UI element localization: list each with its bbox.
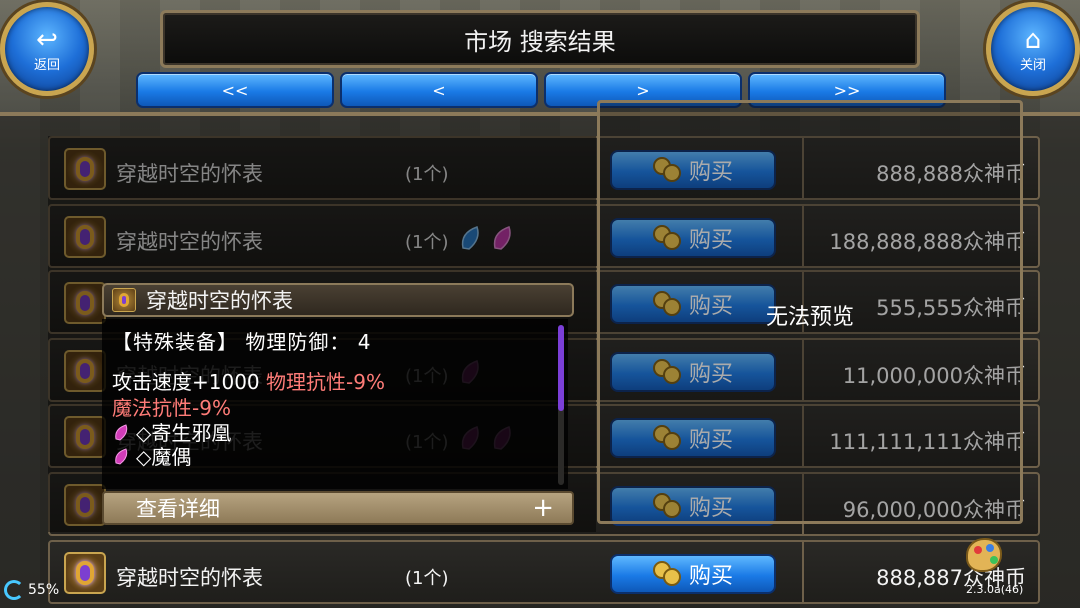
- close-label: 关闭: [1019, 57, 1046, 73]
- attack-speed-stat: 攻击速度+1000: [112, 370, 267, 394]
- equip-stat-line: 【特殊装备】 物理防御： 4: [112, 330, 372, 354]
- back-label: 返回: [33, 57, 60, 73]
- close-button[interactable]: ⌂ 关闭: [986, 2, 1080, 96]
- magic-resist-stat: 魔法抗性-9%: [112, 396, 231, 420]
- view-details-label: 查看详细: [136, 497, 220, 521]
- tooltip-title: 穿越时空的怀表: [146, 289, 293, 313]
- tooltip-body[interactable]: 【特殊装备】 物理防御： 4 攻击速度+1000 物理抗性-9% 魔法抗性-9%…: [102, 319, 568, 489]
- pink-gem-icon: [115, 448, 128, 465]
- physical-resist-stat: 物理抗性-9%: [266, 370, 385, 394]
- buy-button[interactable]: 购买: [610, 554, 776, 594]
- item-count: (1个): [405, 568, 449, 589]
- preview-message: 无法预览: [765, 305, 854, 330]
- pink-gem-icon: [115, 424, 128, 441]
- socket-name: ◇寄生邪凰: [136, 421, 232, 445]
- view-details-button[interactable]: 查看详细 +: [102, 491, 574, 525]
- tooltip-header: 穿越时空的怀表: [102, 283, 574, 317]
- preview-panel: 无法预览: [597, 100, 1023, 524]
- table-row[interactable]: 穿越时空的怀表 (1个) 购买 888,887众神币: [48, 540, 1040, 604]
- battery-icon: [4, 580, 24, 600]
- plus-icon: +: [532, 493, 554, 523]
- coins-icon: [652, 561, 683, 587]
- battery-percent: 55%: [28, 582, 60, 598]
- first-page-button[interactable]: <<: [136, 72, 334, 108]
- version-label: 2.3.0a(46): [966, 583, 1024, 596]
- tooltip-scrollbar-thumb[interactable]: [558, 325, 564, 411]
- stat-line: 攻击速度+1000 物理抗性-9%: [112, 369, 558, 395]
- column-divider: [802, 542, 804, 602]
- prev-page-button[interactable]: <: [340, 72, 538, 108]
- pocket-watch-icon: [64, 552, 106, 594]
- battery-indicator: 55%: [4, 580, 59, 600]
- socket-name: ◇魔偶: [136, 445, 192, 469]
- home-icon: ⌂: [1024, 24, 1042, 55]
- pocket-watch-icon: [112, 288, 136, 312]
- palette-icon[interactable]: [966, 538, 1002, 572]
- item-tooltip: 穿越时空的怀表 【特殊装备】 物理防御： 4 攻击速度+1000 物理抗性-9%…: [102, 283, 574, 525]
- socket-row: ◇寄生邪凰: [112, 421, 558, 445]
- socket-row: ◇魔偶: [112, 445, 558, 469]
- back-button[interactable]: ↩ 返回: [0, 2, 94, 96]
- buy-label: 购买: [688, 564, 733, 589]
- page-title: 市场 搜索结果: [160, 10, 920, 68]
- back-arrow-icon: ↩: [36, 24, 58, 55]
- item-name: 穿越时空的怀表: [116, 566, 263, 590]
